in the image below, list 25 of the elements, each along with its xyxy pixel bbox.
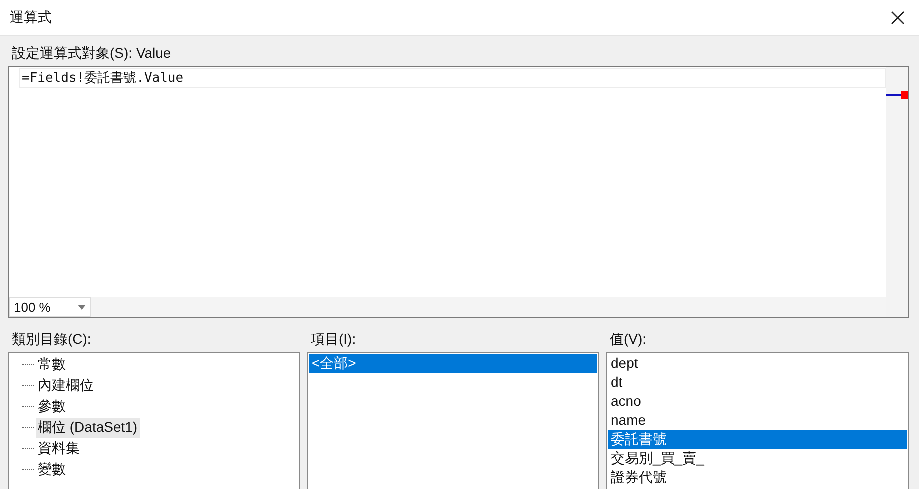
window-title: 運算式 (10, 8, 52, 26)
list-item[interactable]: dt (608, 373, 907, 392)
position-marker-icon (886, 91, 908, 99)
expression-label: 設定運算式對象(S): Value (12, 44, 172, 62)
list-item[interactable]: 委託書號 (608, 430, 907, 449)
list-item[interactable]: 證券代號 (608, 468, 907, 487)
tree-item[interactable]: 參數 (36, 396, 68, 416)
list-item[interactable]: 交易別_買_賣_ (608, 449, 907, 468)
list-item[interactable]: <全部> (309, 354, 597, 373)
list-item[interactable]: name (608, 411, 907, 430)
list-item[interactable]: acno (608, 392, 907, 411)
expression-editor[interactable]: =Fields!委託書號.Value 100 % (8, 66, 909, 318)
item-label: 項目(I): (311, 330, 358, 348)
tree-item[interactable]: 變數 (36, 460, 68, 480)
close-icon[interactable] (891, 10, 905, 24)
value-label: 值(V): (610, 330, 648, 348)
expression-text: =Fields!委託書號.Value (22, 70, 184, 87)
zoom-dropdown[interactable]: 100 % (9, 297, 91, 317)
tree-item[interactable]: 內建欄位 (36, 376, 96, 396)
tree-item[interactable]: 資料集 (36, 438, 82, 458)
tree-item[interactable]: 欄位 (DataSet1) (36, 418, 140, 438)
category-label: 類別目錄(C): (12, 330, 92, 348)
caret-icon (78, 304, 86, 310)
tree-item[interactable]: 常數 (36, 354, 68, 374)
list-item[interactable]: dept (608, 354, 907, 373)
